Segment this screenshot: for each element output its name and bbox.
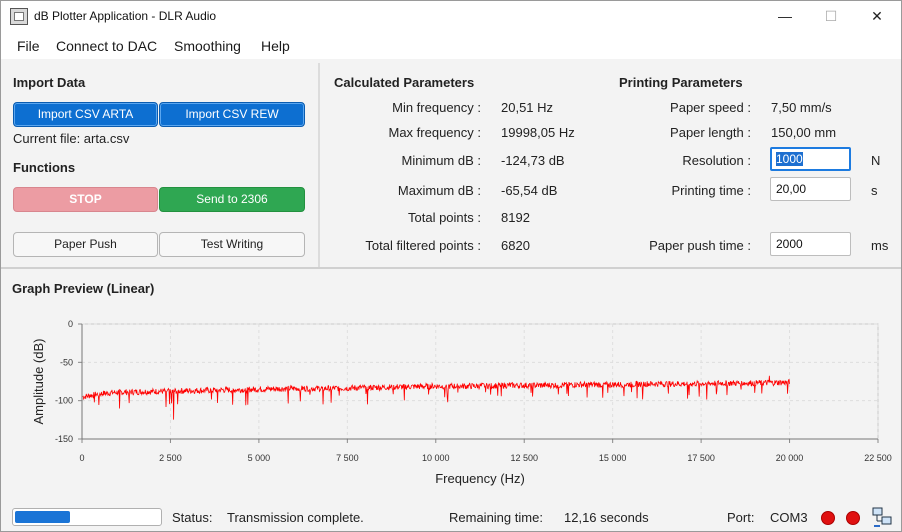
max-frequency-label: Max frequency : bbox=[388, 125, 482, 140]
menu-file[interactable]: File bbox=[17, 38, 40, 54]
paper-speed-label: Paper speed : bbox=[670, 100, 751, 115]
test-writing-button[interactable]: Test Writing bbox=[159, 232, 305, 257]
total-filtered-points-value: 6820 bbox=[501, 238, 530, 253]
x-tick-label: 5 000 bbox=[248, 453, 271, 463]
x-tick-label: 12 500 bbox=[510, 453, 538, 463]
progress-bar bbox=[12, 508, 162, 526]
x-tick-label: 15 000 bbox=[599, 453, 627, 463]
import-csv-rew-button[interactable]: Import CSV REW bbox=[159, 102, 305, 127]
title-bar: dB Plotter Application - DLR Audio — ☐ ✕ bbox=[1, 1, 901, 32]
maximize-button[interactable]: ☐ bbox=[808, 1, 854, 32]
y-tick-label: -150 bbox=[55, 434, 73, 444]
menu-connect-to-dac[interactable]: Connect to DAC bbox=[56, 38, 157, 54]
menu-smoothing[interactable]: Smoothing bbox=[174, 38, 241, 54]
port-label: Port: bbox=[727, 510, 755, 525]
maximum-db-value: -65,54 dB bbox=[501, 183, 558, 198]
app-icon bbox=[10, 8, 28, 25]
port-value: COM3 bbox=[770, 510, 808, 525]
panel-divider bbox=[318, 63, 320, 267]
paper-length-value: 150,00 mm bbox=[771, 125, 837, 140]
total-filtered-points-label: Total filtered points : bbox=[365, 238, 481, 253]
paper-length-label: Paper length : bbox=[670, 125, 751, 140]
total-points-value: 8192 bbox=[501, 210, 530, 225]
printing-time-label: Printing time : bbox=[671, 183, 751, 198]
x-axis-label: Frequency (Hz) bbox=[435, 471, 525, 486]
remaining-time-value: 12,16 seconds bbox=[564, 510, 649, 525]
status-value: Transmission complete. bbox=[227, 510, 364, 525]
horizontal-divider bbox=[1, 267, 901, 269]
x-tick-label: 0 bbox=[79, 453, 84, 463]
max-frequency-value: 19998,05 Hz bbox=[501, 125, 575, 140]
graph-chart: 0 2 500 5 000 7 500 10 000 12 500 15 000 17 500… bbox=[31, 319, 892, 486]
minimize-button[interactable]: — bbox=[762, 1, 808, 32]
paper-push-time-unit: ms bbox=[871, 238, 889, 253]
graph-title: Graph Preview (Linear) bbox=[12, 281, 155, 296]
printing-time-input[interactable]: 20,00 bbox=[770, 177, 851, 201]
x-tick-label: 7 500 bbox=[336, 453, 359, 463]
import-csv-arta-button[interactable]: Import CSV ARTA bbox=[13, 102, 158, 127]
remaining-time-label: Remaining time: bbox=[449, 510, 543, 525]
import-data-title: Import Data bbox=[13, 75, 86, 90]
status-indicator-1 bbox=[821, 511, 835, 525]
resolution-input[interactable]: 1000 bbox=[770, 147, 851, 171]
send-button[interactable]: Send to 2306 bbox=[159, 187, 305, 212]
paper-push-time-label: Paper push time : bbox=[649, 238, 751, 253]
paper-push-time-input[interactable]: 2000 bbox=[770, 232, 851, 256]
x-tick-label: 10 000 bbox=[422, 453, 450, 463]
min-frequency-label: Min frequency : bbox=[392, 100, 481, 115]
min-frequency-value: 20,51 Hz bbox=[501, 100, 554, 115]
printing-parameters-title: Printing Parameters bbox=[619, 75, 743, 90]
total-points-label: Total points : bbox=[408, 210, 481, 225]
resolution-label: Resolution : bbox=[682, 153, 751, 168]
x-tick-label: 22 500 bbox=[864, 453, 892, 463]
network-icon[interactable] bbox=[871, 506, 893, 528]
resolution-input-value: 1000 bbox=[776, 152, 803, 166]
y-axis-label: Amplitude (dB) bbox=[31, 339, 46, 425]
menu-bar: File Connect to DAC Smoothing Help bbox=[1, 32, 901, 59]
paper-push-button[interactable]: Paper Push bbox=[13, 232, 158, 257]
status-indicator-2 bbox=[846, 511, 860, 525]
app-window: dB Plotter Application - DLR Audio — ☐ ✕… bbox=[0, 0, 902, 532]
calculated-parameters-title: Calculated Parameters bbox=[334, 75, 475, 90]
functions-title: Functions bbox=[13, 160, 76, 175]
y-tick-label: -50 bbox=[60, 357, 73, 367]
minimum-db-label: Minimum dB : bbox=[401, 153, 481, 168]
resolution-unit: N bbox=[871, 153, 881, 168]
window-title: dB Plotter Application - DLR Audio bbox=[34, 9, 217, 23]
menu-help[interactable]: Help bbox=[261, 38, 290, 54]
x-tick-label: 17 500 bbox=[687, 453, 715, 463]
current-file-label: Current file: arta.csv bbox=[13, 131, 130, 146]
y-tick-label: -100 bbox=[55, 396, 73, 406]
x-tick-label: 2 500 bbox=[159, 453, 182, 463]
maximum-db-label: Maximum dB : bbox=[397, 183, 481, 198]
y-tick-label: 0 bbox=[68, 319, 73, 329]
stop-button[interactable]: STOP bbox=[13, 187, 158, 212]
paper-speed-value: 7,50 mm/s bbox=[771, 100, 832, 115]
printing-time-unit: s bbox=[871, 183, 878, 198]
x-tick-label: 20 000 bbox=[776, 453, 804, 463]
progress-fill bbox=[15, 511, 71, 523]
close-button[interactable]: ✕ bbox=[854, 1, 900, 32]
minimum-db-value: -124,73 dB bbox=[501, 153, 565, 168]
status-label: Status: bbox=[172, 510, 213, 525]
